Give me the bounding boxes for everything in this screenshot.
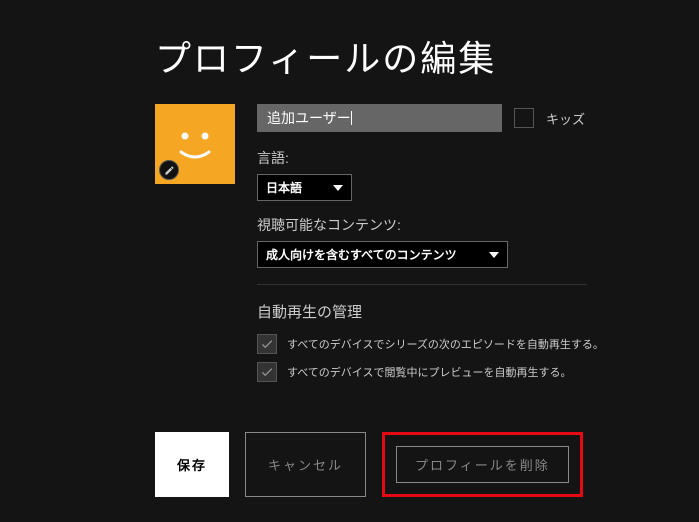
maturity-dropdown[interactable]: 成人向けを含むすべてのコンテンツ — [257, 241, 508, 268]
chevron-down-icon — [333, 185, 343, 191]
delete-highlight: プロフィールを削除 — [382, 432, 583, 497]
avatar[interactable] — [155, 104, 235, 184]
autoplay-heading: 自動再生の管理 — [257, 301, 699, 322]
check-icon — [260, 337, 274, 351]
autoplay-next-label: すべてのデバイスでシリーズの次のエピソードを自動再生する。 — [287, 336, 604, 352]
text-cursor — [351, 111, 352, 125]
autoplay-preview-checkbox[interactable] — [257, 362, 277, 382]
cancel-button[interactable]: キャンセル — [245, 432, 366, 497]
maturity-label: 視聴可能なコンテンツ: — [257, 215, 699, 235]
delete-profile-button[interactable]: プロフィールを削除 — [396, 446, 569, 483]
divider — [257, 284, 587, 285]
save-button[interactable]: 保存 — [155, 432, 229, 497]
profile-name-value: 追加ユーザー — [267, 108, 351, 128]
language-selected: 日本語 — [266, 179, 302, 196]
kids-label: キッズ — [546, 109, 585, 128]
edit-avatar-button[interactable] — [159, 160, 179, 180]
autoplay-next-checkbox[interactable] — [257, 334, 277, 354]
check-icon — [260, 365, 274, 379]
chevron-down-icon — [489, 252, 499, 258]
language-label: 言語: — [257, 148, 699, 168]
kids-checkbox[interactable] — [514, 108, 534, 128]
pencil-icon — [164, 165, 175, 176]
language-dropdown[interactable]: 日本語 — [257, 174, 352, 201]
page-title: プロフィールの編集 — [155, 30, 699, 82]
autoplay-preview-label: すべてのデバイスで閲覧中にプレビューを自動再生する。 — [287, 364, 571, 380]
profile-name-input[interactable]: 追加ユーザー — [257, 104, 502, 132]
maturity-selected: 成人向けを含むすべてのコンテンツ — [266, 246, 457, 263]
